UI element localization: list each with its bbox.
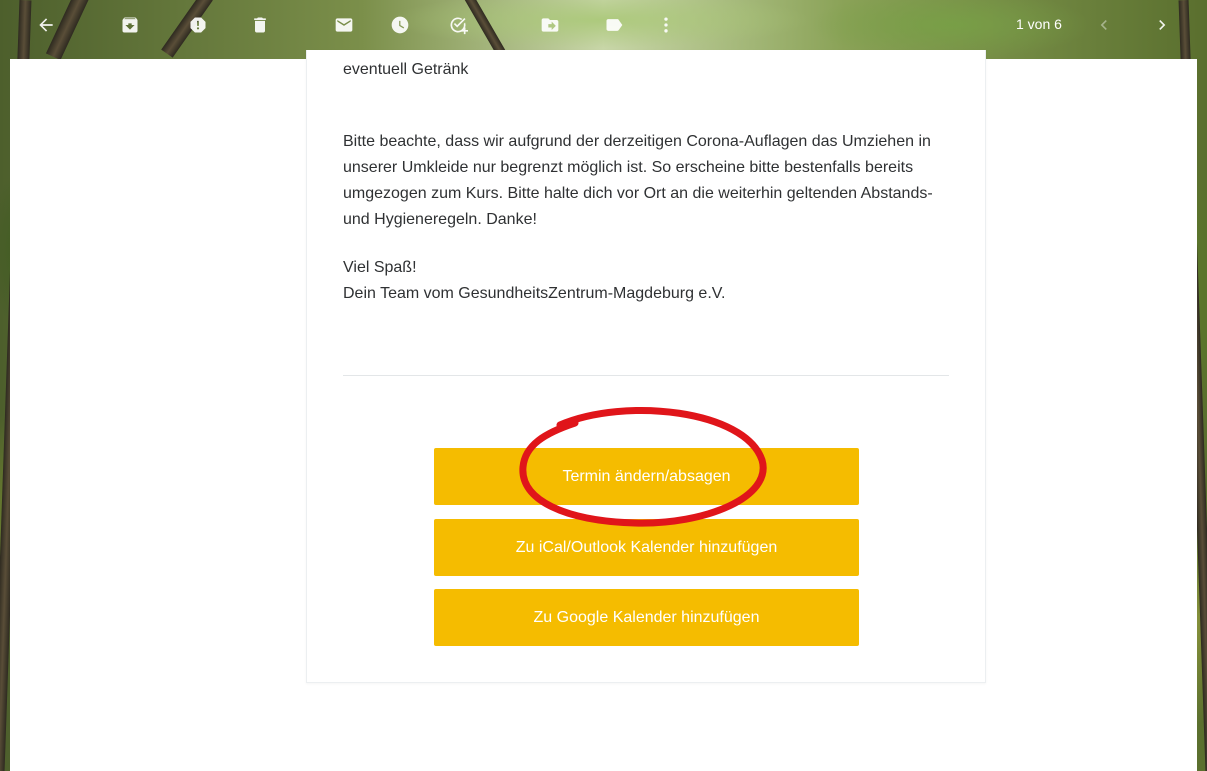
add-to-google-calendar-button[interactable]: Zu Google Kalender hinzufügen bbox=[434, 589, 859, 646]
mark-unread-icon[interactable] bbox=[332, 13, 356, 37]
add-to-tasks-icon[interactable] bbox=[446, 13, 470, 37]
move-to-icon[interactable] bbox=[538, 13, 562, 37]
back-arrow-icon[interactable] bbox=[34, 13, 58, 37]
email-line-getraenk: eventuell Getränk bbox=[343, 61, 469, 78]
email-divider bbox=[343, 375, 949, 376]
pagination-count: 1 von 6 bbox=[1016, 16, 1062, 32]
archive-icon[interactable] bbox=[118, 13, 142, 37]
snooze-icon[interactable] bbox=[388, 13, 412, 37]
newer-chevron-left-icon[interactable] bbox=[1092, 13, 1116, 37]
mail-toolbar: 1 von 6 bbox=[0, 0, 1207, 50]
delete-icon[interactable] bbox=[248, 13, 272, 37]
add-to-ical-outlook-button[interactable]: Zu iCal/Outlook Kalender hinzufügen bbox=[434, 519, 859, 576]
email-signature: Dein Team vom GesundheitsZentrum-Magdebu… bbox=[343, 285, 726, 302]
older-chevron-right-icon[interactable] bbox=[1150, 13, 1174, 37]
more-vert-icon[interactable] bbox=[654, 13, 678, 37]
change-cancel-appointment-button[interactable]: Termin ändern/absagen bbox=[434, 448, 859, 505]
report-spam-icon[interactable] bbox=[186, 13, 210, 37]
label-icon[interactable] bbox=[602, 13, 626, 37]
email-paragraph-corona: Bitte beachte, dass wir aufgrund der der… bbox=[343, 133, 933, 228]
email-greeting: Viel Spaß! bbox=[343, 259, 417, 276]
